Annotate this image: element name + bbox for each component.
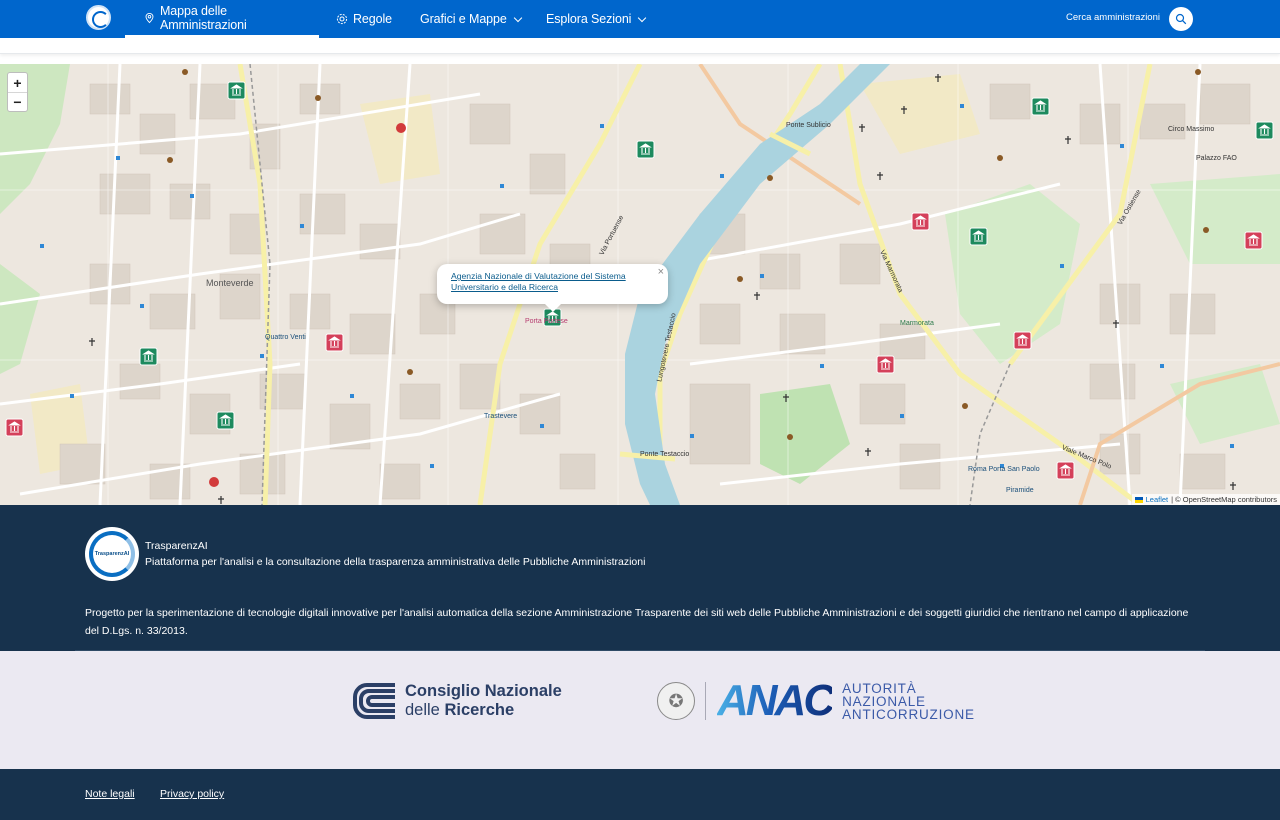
anac-line3: ANTICORRUZIONE xyxy=(842,706,975,722)
hospital-icon xyxy=(209,477,219,487)
top-navbar: Mappa delle Amministrazioni Regole Grafi… xyxy=(0,0,1280,38)
map-label-ponte-sublicio: Ponte Sublicio xyxy=(786,122,831,129)
italian-republic-emblem-icon: ✪ xyxy=(657,682,695,720)
cnr-line2b: Ricerche xyxy=(444,701,515,719)
nav-item-grafici[interactable]: Grafici e Mappe xyxy=(420,0,522,38)
map-popup: Agenzia Nazionale di Valutazione del Sis… xyxy=(437,264,668,312)
ukraine-flag-icon xyxy=(1134,496,1143,503)
logo-text: TrasparenzAI xyxy=(94,551,130,557)
leaflet-link[interactable]: Leaflet xyxy=(1146,495,1169,504)
gear-icon xyxy=(336,13,348,25)
map-label-roma-porta-san-paolo: Roma Porta San Paolo xyxy=(968,466,1040,473)
map-label-trastevere: Trastevere xyxy=(484,413,518,420)
close-icon[interactable]: × xyxy=(658,266,664,278)
search-button[interactable] xyxy=(1169,7,1193,31)
app-logo[interactable] xyxy=(86,5,111,30)
zoom-in-button[interactable]: + xyxy=(8,73,27,92)
chevron-down-icon xyxy=(638,13,647,22)
note-legali-link[interactable]: Note legali xyxy=(85,788,135,800)
cnr-logo[interactable]: Consiglio Nazionale delle Ricerche xyxy=(351,677,562,725)
map-pin-icon xyxy=(145,12,154,23)
sub-header-bar xyxy=(0,38,1280,54)
logo-separator xyxy=(705,682,706,720)
cnr-line1: Consiglio Nazionale xyxy=(405,682,562,700)
anac-line1: AUTORITÀ xyxy=(842,680,917,696)
bottom-bar: Note legali Privacy policy xyxy=(0,769,1280,820)
trasparenzai-logo: TrasparenzAI xyxy=(85,527,139,581)
cnr-emblem-icon xyxy=(353,683,395,719)
search-label[interactable]: Cerca amministrazioni xyxy=(1066,12,1160,23)
nav-item-label: Regole xyxy=(353,12,393,26)
osm-attribution[interactable]: | © OpenStreetMap contributors xyxy=(1171,495,1277,504)
map-label-marmorata: Marmorata xyxy=(900,320,934,327)
zoom-control: + − xyxy=(7,72,28,112)
nav-item-regole[interactable]: Regole xyxy=(336,0,392,38)
partner-logos: Consiglio Nazionale delle Ricerche ✪ ANA… xyxy=(0,651,1280,769)
footer-subtitle: Piattaforma per l'analisi e la consultaz… xyxy=(145,556,646,568)
nav-item-label: Grafici e Mappe xyxy=(420,12,507,26)
map-label-quattro-venti: Quattro Venti xyxy=(265,334,306,341)
map-label-monteverde: Monteverde xyxy=(206,278,254,288)
map-attribution: Leaflet | © OpenStreetMap contributors xyxy=(1131,494,1280,505)
popup-link[interactable]: Agenzia Nazionale di Valutazione del Sis… xyxy=(451,271,654,292)
nav-item-esplora[interactable]: Esplora Sezioni xyxy=(546,0,647,38)
anac-wordmark: ANAC xyxy=(717,676,835,725)
footer: TrasparenzAI TrasparenzAI Piattaforma pe… xyxy=(0,505,1280,651)
hospital-icon xyxy=(396,123,406,133)
zoom-out-button[interactable]: − xyxy=(8,92,27,111)
nav-item-mappa[interactable]: Mappa delle Amministrazioni xyxy=(125,0,319,38)
footer-title: TrasparenzAI xyxy=(145,540,208,552)
map-label-piramide: Piramide xyxy=(1006,487,1034,494)
map-label-ponte-testaccio: Ponte Testaccio xyxy=(640,451,690,458)
nav-item-label: Mappa delle Amministrazioni xyxy=(159,3,247,32)
map-label-circo-massimo: Circo Massimo xyxy=(1168,126,1215,133)
map-view[interactable]: Monteverde Quattro Venti Trastevere Port… xyxy=(0,64,1280,505)
chevron-down-icon xyxy=(513,13,522,22)
map-label-palazzo-fao: Palazzo FAO xyxy=(1196,155,1237,162)
anac-logo[interactable]: ✪ ANAC AUTORITÀ NAZIONALE ANTICORRUZIONE xyxy=(657,679,975,723)
nav-item-label: Esplora Sezioni xyxy=(546,12,632,26)
map-label-porta-portese: Porta Portese xyxy=(525,318,568,325)
search-icon xyxy=(1175,13,1187,25)
privacy-policy-link[interactable]: Privacy policy xyxy=(160,788,224,800)
anac-line2: NAZIONALE xyxy=(842,693,926,709)
cnr-line2a: delle xyxy=(405,701,445,719)
footer-description: Progetto per la sperimentazione di tecno… xyxy=(85,607,1189,637)
